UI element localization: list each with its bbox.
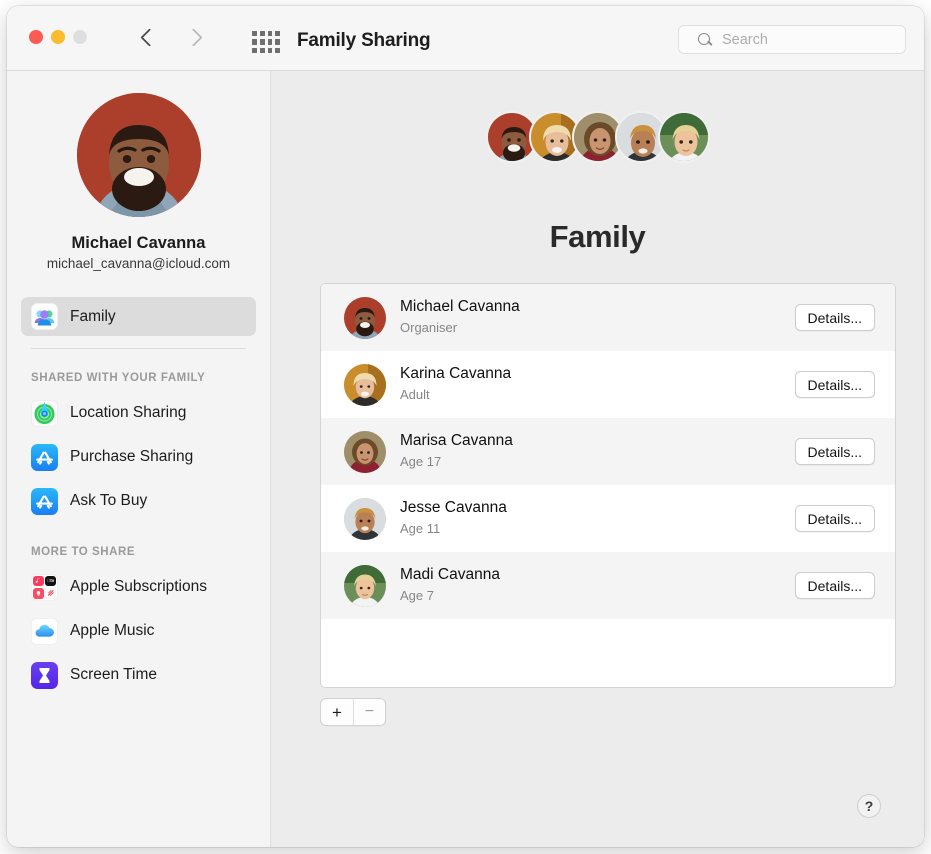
marisa-avatar	[344, 430, 386, 473]
profile-email: michael_cavanna@icloud.com	[46, 256, 231, 271]
screen-time-icon	[31, 661, 58, 689]
sidebar: Michael Cavanna michael_cavanna@icloud.c…	[7, 71, 271, 847]
find-my-icon	[31, 399, 58, 427]
details-button[interactable]: Details...	[794, 304, 875, 331]
member-info: Michael Cavanna Organiser	[400, 297, 795, 337]
member-name: Jesse Cavanna	[400, 499, 507, 517]
member-role: Organiser	[400, 320, 458, 336]
sidebar-item-label: Ask To Buy	[70, 492, 148, 509]
app-store-icon	[31, 487, 58, 515]
member-info: Marisa Cavanna Age 17	[400, 431, 795, 471]
member-role: Age 7	[400, 588, 434, 604]
table-row[interactable]: Jesse Cavanna Age 11 Details...	[321, 485, 895, 552]
details-button[interactable]: Details...	[794, 572, 875, 599]
sidebar-item-label: Family	[70, 307, 116, 325]
help-button[interactable]: ?	[857, 794, 881, 818]
minimize-button[interactable]	[51, 30, 65, 44]
details-button[interactable]: Details...	[794, 438, 875, 465]
member-info: Karina Cavanna Adult	[400, 364, 795, 404]
jesse-avatar	[344, 497, 386, 540]
window-title: Family Sharing	[297, 30, 431, 51]
icloud-icon	[31, 617, 58, 645]
add-remove-segmented-control: + −	[320, 698, 386, 726]
member-role: Adult	[400, 387, 430, 403]
sidebar-item-apple-subscriptions[interactable]: tv Apple Subscriptions	[21, 565, 256, 609]
member-info: Madi Cavanna Age 7	[400, 565, 795, 605]
navigation-arrows	[139, 26, 201, 50]
preferences-window: Family Sharing Search Michael Cavanna mi…	[7, 6, 924, 847]
madi-avatar	[344, 564, 386, 607]
karina-avatar	[344, 363, 386, 406]
sidebar-item-location-sharing[interactable]: Location Sharing	[21, 391, 256, 435]
sidebar-item-family[interactable]: Family	[21, 297, 256, 336]
sidebar-item-screen-time[interactable]: Screen Time	[21, 653, 256, 697]
table-row[interactable]: Michael Cavanna Organiser Details...	[321, 284, 895, 351]
search-placeholder: Search	[722, 31, 768, 48]
forward-arrow-icon[interactable]	[183, 26, 201, 50]
madi-avatar[interactable]	[657, 111, 710, 163]
member-name: Michael Cavanna	[400, 298, 520, 316]
profile-name: Michael Cavanna	[71, 234, 206, 252]
sidebar-group-shared: Location Sharing Purchase Sharing Ask To…	[7, 391, 270, 523]
show-all-grid-icon[interactable]	[252, 31, 280, 53]
member-role: Age 17	[400, 454, 442, 470]
sidebar-item-label: Location Sharing	[70, 404, 187, 421]
sidebar-item-label: Screen Time	[70, 666, 158, 683]
add-member-button[interactable]: +	[321, 699, 353, 725]
avatar-image	[76, 93, 201, 217]
avatar[interactable]	[76, 93, 201, 217]
app-store-icon	[31, 443, 58, 471]
title-bar: Family Sharing Search	[7, 6, 924, 71]
family-avatar-cluster	[485, 111, 710, 163]
sidebar-divider	[31, 348, 246, 349]
sidebar-item-apple-music[interactable]: Apple Music	[21, 609, 256, 653]
table-row[interactable]: Karina Cavanna Adult Details...	[321, 351, 895, 418]
family-icon	[31, 303, 58, 330]
remove-member-button[interactable]: −	[353, 699, 385, 725]
sidebar-item-label: Purchase Sharing	[70, 448, 194, 465]
sidebar-group-heading-shared: SHARED WITH YOUR FAMILY	[31, 372, 206, 384]
search-icon	[697, 32, 713, 48]
sidebar-item-ask-to-buy[interactable]: Ask To Buy	[21, 479, 256, 523]
apple-subscriptions-icon: tv	[31, 573, 58, 601]
member-name: Karina Cavanna	[400, 365, 512, 383]
sidebar-group-heading-more: MORE TO SHARE	[31, 546, 136, 558]
member-info: Jesse Cavanna Age 11	[400, 498, 795, 538]
table-row[interactable]: Marisa Cavanna Age 17 Details...	[321, 418, 895, 485]
sidebar-item-label: Apple Subscriptions	[70, 578, 207, 595]
sidebar-item-label: Apple Music	[70, 622, 155, 639]
member-name: Madi Cavanna	[400, 566, 500, 584]
traffic-lights	[29, 30, 87, 44]
sidebar-group-more: tv Apple Subscriptions	[7, 565, 270, 697]
sidebar-item-purchase-sharing[interactable]: Purchase Sharing	[21, 435, 256, 479]
details-button[interactable]: Details...	[794, 505, 875, 532]
details-button[interactable]: Details...	[794, 371, 875, 398]
account-profile: Michael Cavanna michael_cavanna@icloud.c…	[7, 71, 270, 271]
page-title: Family	[549, 219, 646, 254]
member-role: Age 11	[400, 521, 441, 537]
zoom-button[interactable]	[73, 30, 87, 44]
back-arrow-icon[interactable]	[139, 26, 157, 50]
table-row[interactable]: Madi Cavanna Age 7 Details...	[321, 552, 895, 619]
michael-avatar	[344, 296, 386, 339]
search-input[interactable]: Search	[678, 25, 906, 54]
main-content: Family Michael Cavanna Organiser Details…	[271, 71, 924, 847]
member-name: Marisa Cavanna	[400, 432, 513, 450]
close-button[interactable]	[29, 30, 43, 44]
primary-nav: Family	[7, 297, 270, 336]
family-member-list: Michael Cavanna Organiser Details... Kar…	[320, 283, 896, 688]
